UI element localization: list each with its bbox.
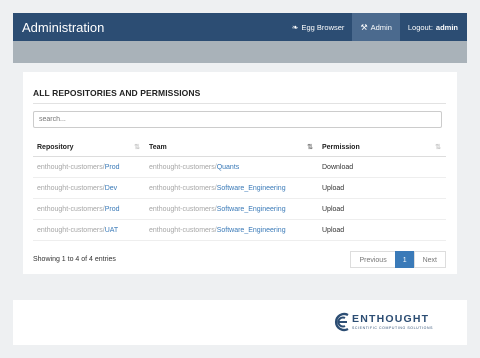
team-prefix: enthought-customers/: [149, 163, 217, 171]
repo-link[interactable]: Dev: [105, 185, 117, 192]
table-header-row: Repository ⇅ Team ⇅ Permission ⇅: [33, 139, 446, 157]
repo-link[interactable]: UAT: [105, 227, 118, 234]
column-header-team[interactable]: Team ⇅: [145, 139, 318, 157]
column-header-permission[interactable]: Permission ⇅: [318, 139, 446, 157]
egg-browser-label: Egg Browser: [301, 22, 345, 32]
permission-cell: Upload: [318, 219, 446, 241]
logo-wordmark: ENTHOUGHT: [352, 313, 430, 325]
next-page-button[interactable]: Next: [413, 251, 446, 268]
team-link[interactable]: Software_Engineering: [217, 206, 286, 213]
team-cell: enthought-customers/Software_Engineering: [145, 198, 318, 220]
permission-cell: Upload: [318, 177, 446, 199]
wrench-icon: ⚒: [360, 22, 368, 32]
team-link[interactable]: Quants: [217, 164, 240, 171]
entries-info: Showing 1 to 4 of 4 entries: [33, 256, 116, 263]
repository-cell: enthought-customers/UAT: [33, 219, 145, 241]
repo-prefix: enthought-customers/: [37, 163, 105, 171]
team-cell: enthought-customers/Software_Engineering: [145, 177, 318, 199]
footer-panel: ENTHOUGHT SCIENTIFIC COMPUTING SOLUTIONS: [13, 300, 467, 345]
repository-cell: enthought-customers/Dev: [33, 177, 145, 199]
sort-icon: ⇅: [134, 144, 140, 151]
table-row: enthought-customers/Prod enthought-custo…: [33, 198, 446, 220]
page-1-button[interactable]: 1: [394, 251, 415, 268]
logout-link[interactable]: Logout: admin: [400, 13, 467, 41]
column-label: Permission: [322, 144, 360, 151]
team-link[interactable]: Software_Engineering: [217, 185, 286, 192]
team-cell: enthought-customers/Quants: [145, 156, 318, 178]
egg-browser-link[interactable]: ❧ Egg Browser: [284, 13, 353, 41]
team-prefix: enthought-customers/: [149, 205, 217, 213]
sort-desc-icon: ⇅: [307, 144, 313, 151]
pagination: Previous 1 Next: [350, 251, 446, 268]
team-cell: enthought-customers/Software_Engineering: [145, 219, 318, 241]
team-link[interactable]: Software_Engineering: [217, 227, 286, 234]
previous-page-button[interactable]: Previous: [350, 251, 396, 268]
permission-cell: Download: [318, 156, 446, 178]
permission-cell: Upload: [318, 198, 446, 220]
logout-label: Logout:: [407, 22, 433, 32]
team-prefix: enthought-customers/: [149, 184, 217, 192]
app-title: Administration: [22, 19, 105, 35]
search-input[interactable]: [33, 111, 442, 128]
permissions-table: Repository ⇅ Team ⇅ Permission ⇅ enthoug…: [33, 139, 446, 241]
table-row: enthought-customers/Dev enthought-custom…: [33, 177, 446, 199]
table-row: enthought-customers/UAT enthought-custom…: [33, 219, 446, 241]
column-label: Repository: [37, 144, 74, 151]
repo-prefix: enthought-customers/: [37, 184, 105, 192]
panel-divider: [33, 103, 446, 104]
repository-cell: enthought-customers/Prod: [33, 198, 145, 220]
sort-icon: ⇅: [435, 144, 441, 151]
admin-link[interactable]: ⚒ Admin: [352, 13, 400, 41]
repo-prefix: enthought-customers/: [37, 226, 105, 234]
header-band: [13, 41, 467, 63]
logo-tagline: SCIENTIFIC COMPUTING SOLUTIONS: [352, 326, 434, 330]
repo-link[interactable]: Prod: [105, 164, 120, 171]
repo-link[interactable]: Prod: [105, 206, 120, 213]
repo-prefix: enthought-customers/: [37, 205, 105, 213]
repository-cell: enthought-customers/Prod: [33, 156, 145, 178]
enthought-logo-mark: [335, 312, 349, 332]
top-navbar: Administration ❧ Egg Browser ⚒ Admin Log…: [13, 13, 467, 41]
column-header-repository[interactable]: Repository ⇅: [33, 139, 145, 157]
logout-username: admin: [435, 22, 458, 32]
admin-label: Admin: [370, 22, 392, 32]
column-label: Team: [149, 144, 167, 151]
panel-title: ALL REPOSITORIES AND PERMISSIONS: [33, 88, 201, 98]
permissions-panel: ALL REPOSITORIES AND PERMISSIONS Reposit…: [23, 72, 457, 274]
enthought-logo: ENTHOUGHT SCIENTIFIC COMPUTING SOLUTIONS: [333, 312, 445, 336]
team-prefix: enthought-customers/: [149, 226, 217, 234]
table-row: enthought-customers/Prod enthought-custo…: [33, 156, 446, 178]
eggs-icon: ❧: [291, 22, 299, 32]
